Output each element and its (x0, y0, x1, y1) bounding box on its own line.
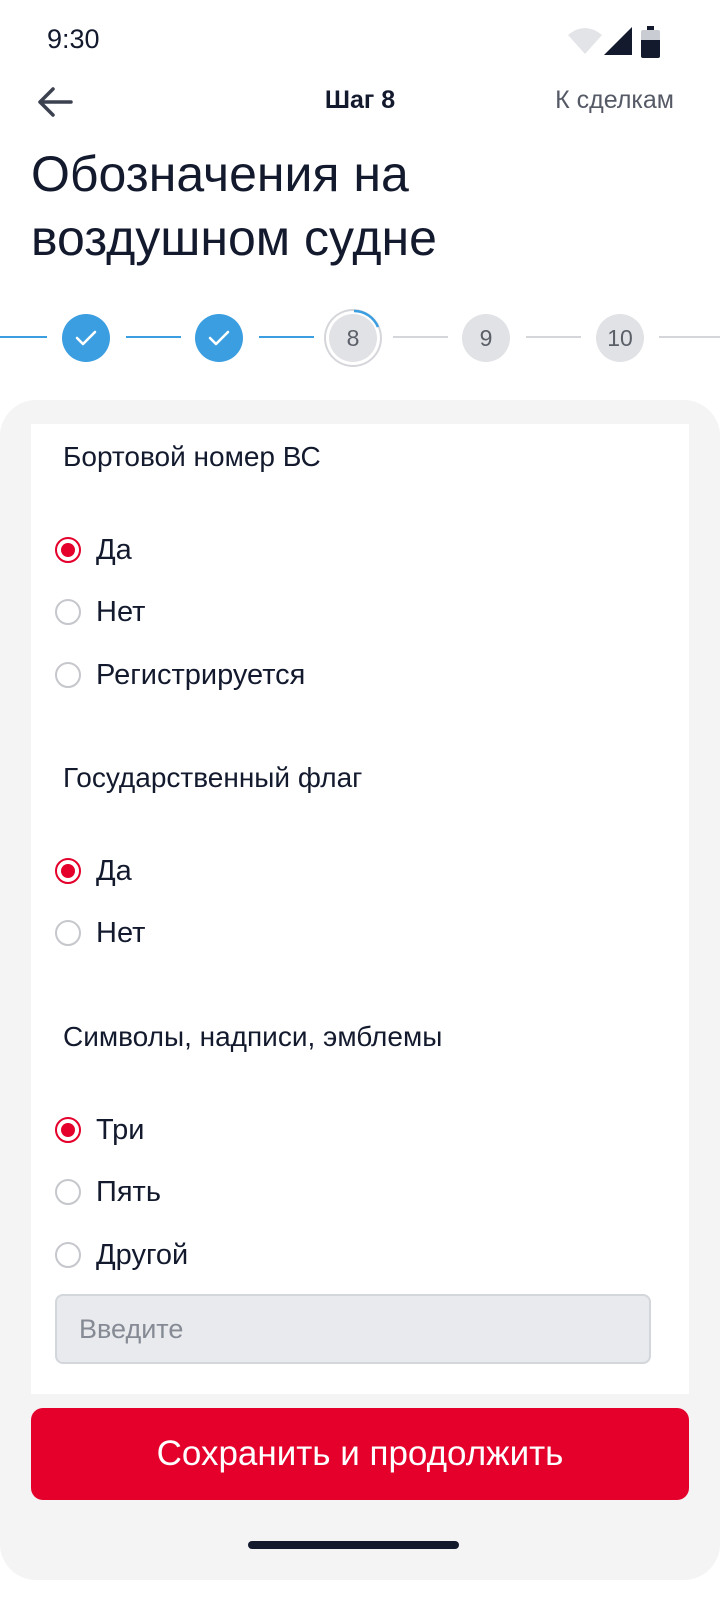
form-card: Бортовой номер ВС Да Нет Регистрируется … (31, 424, 689, 1394)
status-bar: 9:30 (0, 0, 720, 84)
step-connector (526, 336, 581, 338)
radio-board-number-yes[interactable]: Да (55, 530, 132, 570)
radio-state-flag-yes[interactable]: Да (55, 851, 132, 891)
radio-button[interactable] (55, 662, 81, 688)
radio-button-selected[interactable] (55, 1117, 81, 1143)
radio-state-flag-no[interactable]: Нет (55, 913, 145, 953)
radio-label: Регистрируется (96, 658, 306, 691)
step-9[interactable]: 9 (462, 314, 510, 362)
radio-button[interactable] (55, 599, 81, 625)
wifi-icon (568, 28, 602, 54)
radio-label: Три (96, 1113, 145, 1146)
step-connector (659, 336, 720, 338)
radio-button[interactable] (55, 1179, 81, 1205)
step-2-completed[interactable] (195, 314, 243, 362)
step-10[interactable]: 10 (596, 314, 644, 362)
section-title-symbols: Символы, надписи, эмблемы (63, 1021, 443, 1052)
step-connector (259, 336, 314, 338)
radio-label: Другой (96, 1238, 189, 1271)
radio-board-number-registering[interactable]: Регистрируется (55, 655, 305, 695)
section-title-state-flag: Государственный флаг (63, 762, 363, 793)
radio-button[interactable] (55, 1242, 81, 1268)
radio-button-selected[interactable] (55, 858, 81, 884)
radio-button-selected[interactable] (55, 537, 81, 563)
other-symbols-input[interactable] (55, 1294, 651, 1364)
radio-board-number-no[interactable]: Нет (55, 592, 145, 632)
stepper: 8 9 10 (0, 300, 720, 374)
radio-symbols-other[interactable]: Другой (55, 1235, 188, 1275)
step-connector (0, 336, 47, 338)
checkmark-icon (208, 330, 230, 346)
step-connector (126, 336, 181, 338)
step-1-completed[interactable] (62, 314, 110, 362)
radio-label: Да (96, 854, 132, 887)
deals-link[interactable]: К сделкам (555, 86, 674, 115)
radio-label: Да (96, 533, 132, 566)
screen: 9:30 Шаг 8 К сделкам Обозначения на возд… (0, 0, 720, 1600)
radio-label: Нет (96, 595, 146, 628)
radio-label: Нет (96, 916, 146, 949)
signal-icon (604, 27, 632, 55)
battery-icon (641, 26, 660, 58)
radio-symbols-three[interactable]: Три (55, 1110, 144, 1150)
radio-label: Пять (96, 1175, 161, 1208)
step-progress-arc (353, 309, 380, 328)
section-title-board-number: Бортовой номер ВС (63, 441, 321, 472)
status-time: 9:30 (47, 24, 100, 54)
save-and-continue-button[interactable]: Сохранить и продолжить (31, 1408, 689, 1500)
checkmark-icon (75, 330, 97, 346)
home-indicator[interactable] (248, 1541, 459, 1549)
page-title: Обозначения на воздушном судне (31, 146, 437, 266)
radio-symbols-five[interactable]: Пять (55, 1172, 161, 1212)
radio-button[interactable] (55, 920, 81, 946)
step-connector (393, 336, 448, 338)
